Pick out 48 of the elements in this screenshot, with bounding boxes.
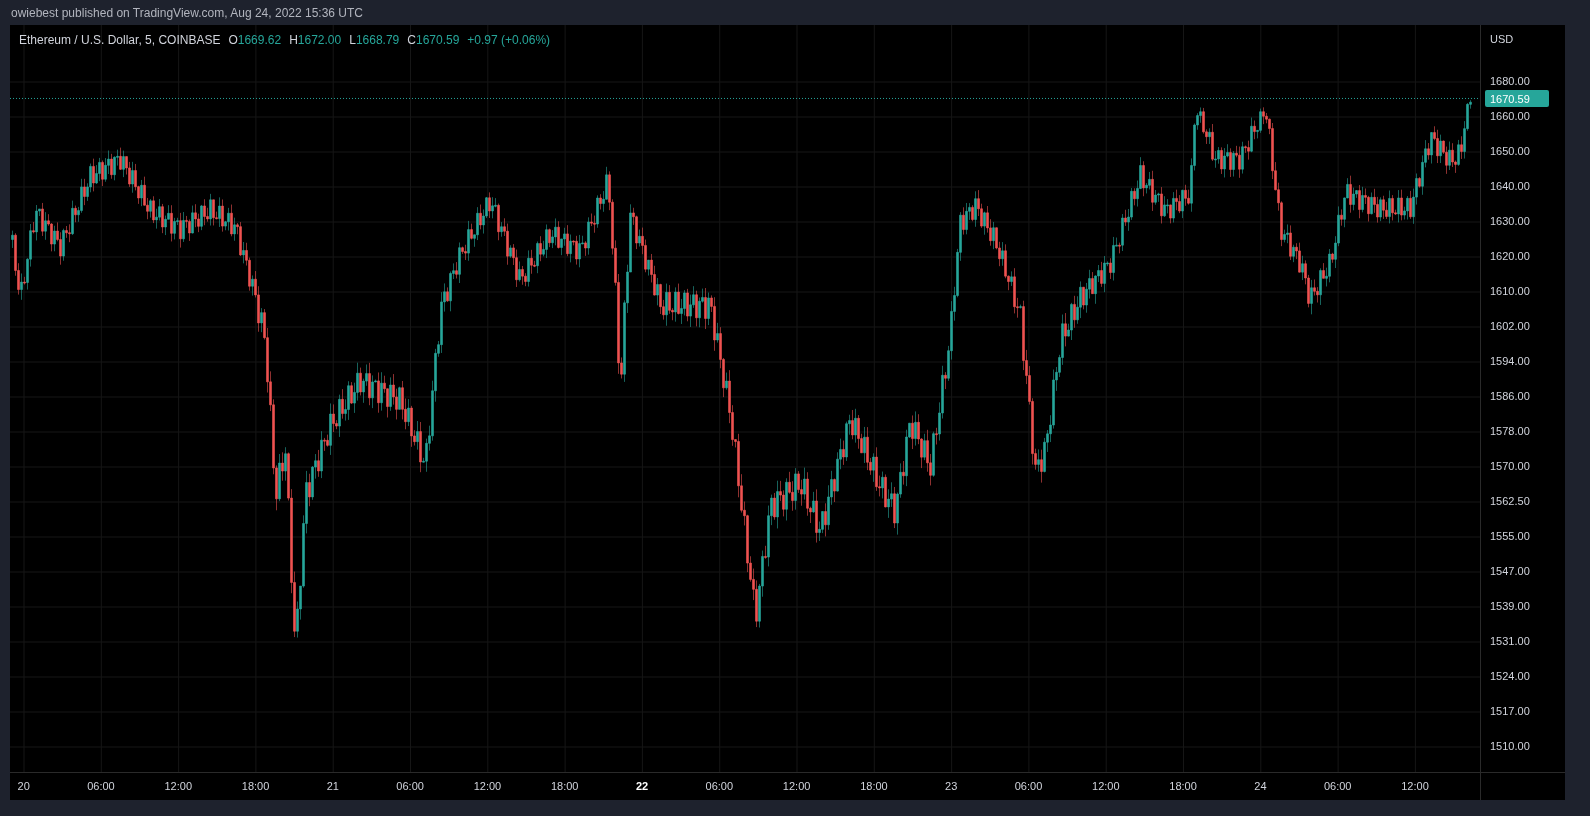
- time-label: 12:00: [1092, 779, 1120, 795]
- time-label: 18:00: [860, 779, 888, 795]
- price-label: 1547.00: [1490, 564, 1530, 580]
- time-label: 06:00: [1323, 779, 1352, 795]
- price-label: 1570.00: [1490, 459, 1530, 475]
- ohlc-value: O1669.62: [228, 32, 282, 49]
- price-label: 1555.00: [1490, 529, 1530, 545]
- time-label: 12:00: [164, 779, 192, 795]
- time-label: 06:00: [87, 779, 115, 795]
- price-label: 1539.00: [1490, 599, 1530, 615]
- time-label: 18:00: [241, 779, 270, 795]
- price-label: 1524.00: [1490, 669, 1530, 685]
- price-label: 1610.00: [1490, 284, 1530, 300]
- time-label: 06:00: [1014, 779, 1043, 795]
- time-label: 21: [326, 779, 339, 795]
- currency-label: USD: [1490, 31, 1514, 47]
- price-label: 1660.00: [1490, 109, 1530, 125]
- price-label: 1578.00: [1490, 424, 1530, 440]
- price-label: 1531.00: [1490, 634, 1530, 650]
- time-label: 12:00: [782, 779, 811, 795]
- price-label: 1680.00: [1490, 74, 1530, 90]
- time-label: 12:00: [1401, 779, 1429, 795]
- ohlc-value: H1672.00: [289, 32, 342, 49]
- time-label: 20: [17, 779, 30, 795]
- ohlc-value: L1668.79: [349, 32, 400, 49]
- published-caption: owiebest published on TradingView.com, Aug 24, 2022 15:36 UTC: [11, 4, 363, 22]
- price-label: 1510.00: [1490, 739, 1530, 755]
- current-price-badge: 1670.59: [1485, 90, 1549, 108]
- price-label: 1602.00: [1490, 319, 1530, 335]
- price-label: 1586.00: [1490, 389, 1530, 405]
- time-label: 23: [945, 779, 958, 795]
- price-label: 1640.00: [1490, 179, 1530, 195]
- price-label: 1650.00: [1490, 144, 1530, 160]
- price-label: 1594.00: [1490, 354, 1530, 370]
- price-label: 1630.00: [1490, 214, 1530, 230]
- time-label: 18:00: [550, 779, 579, 795]
- ohlc-value: C1670.59: [407, 32, 460, 49]
- time-label: 06:00: [396, 779, 424, 795]
- price-label: 1562.50: [1490, 494, 1530, 510]
- price-label: 1517.00: [1490, 704, 1530, 720]
- time-label: 18:00: [1169, 779, 1197, 795]
- time-label: 24: [1254, 779, 1267, 795]
- price-label: 1620.00: [1490, 249, 1530, 265]
- time-label: 06:00: [705, 779, 734, 795]
- time-label: 12:00: [473, 779, 502, 795]
- price-change: +0.97 (+0.06%): [467, 32, 551, 49]
- time-label: 22: [635, 779, 649, 795]
- symbol-title: Ethereum / U.S. Dollar, 5, COINBASE: [19, 32, 221, 49]
